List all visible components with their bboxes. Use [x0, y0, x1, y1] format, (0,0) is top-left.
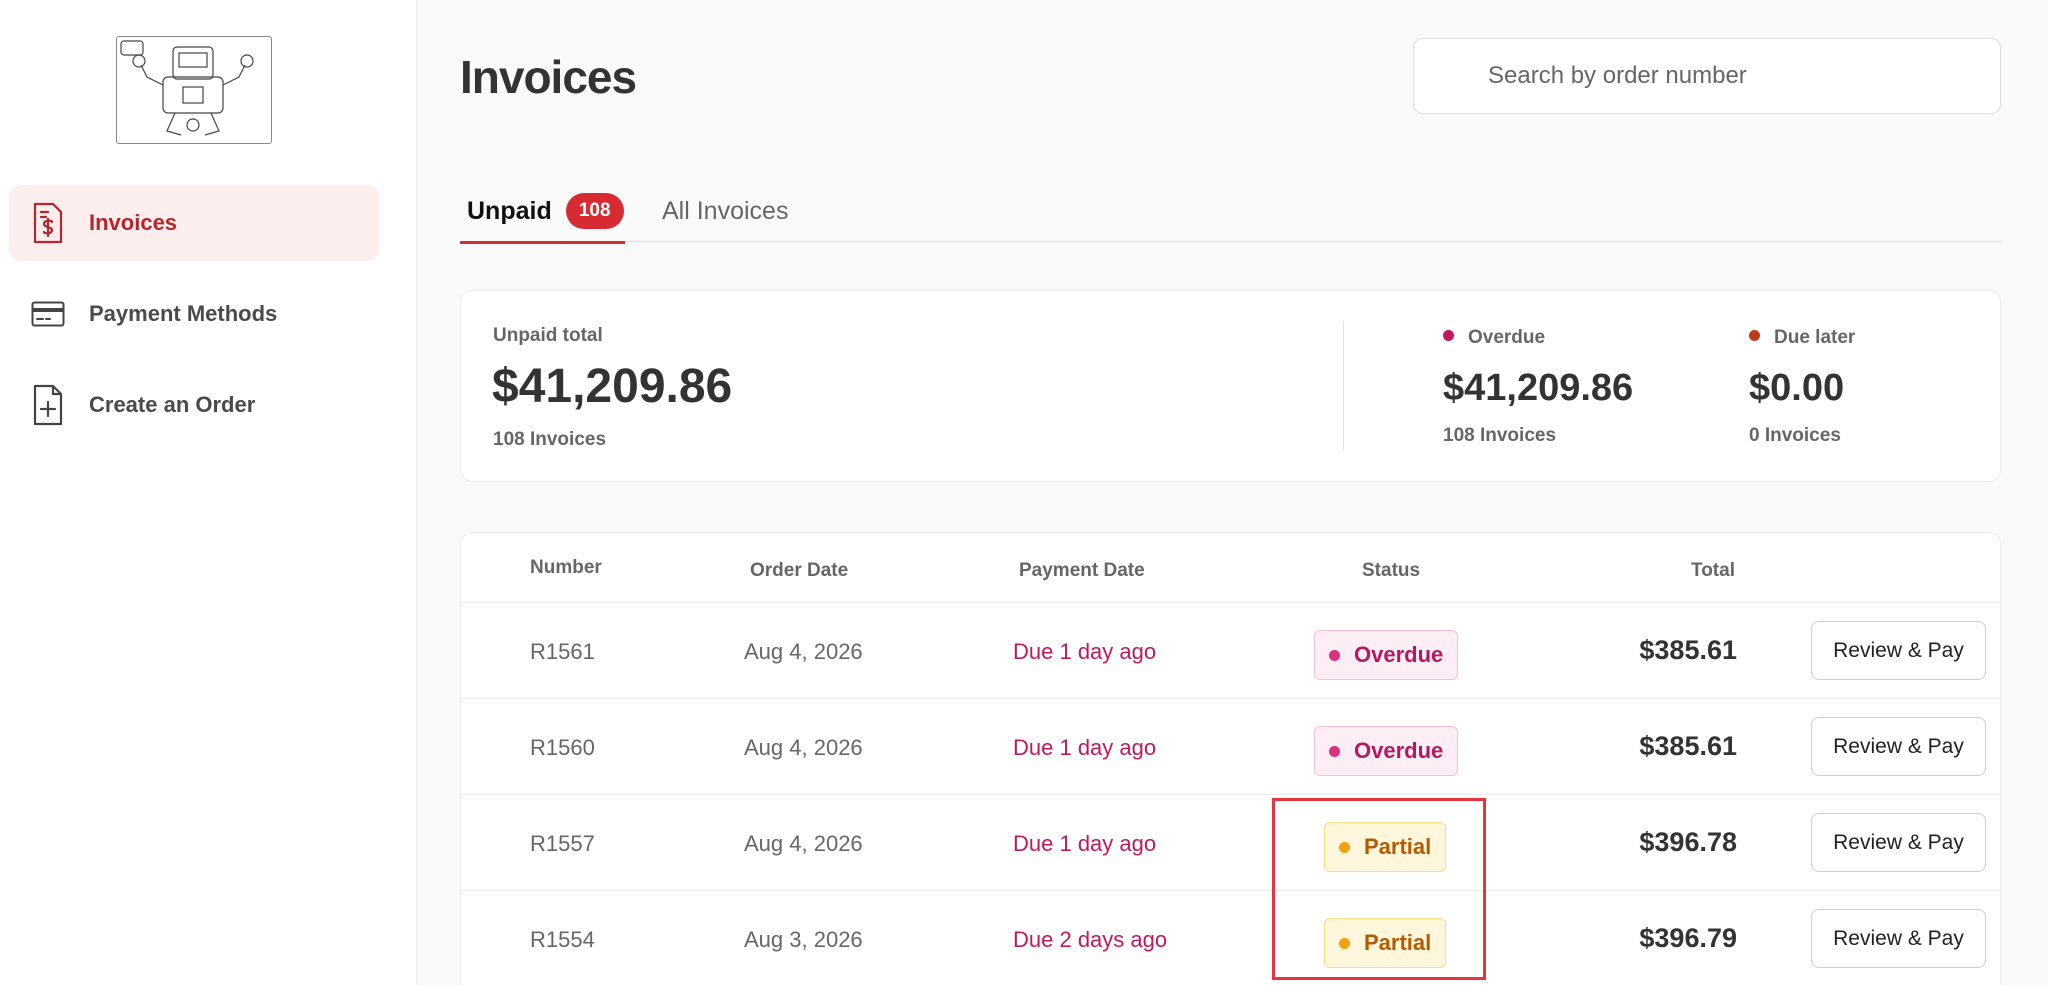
due-later-amount: $0.00 — [1749, 367, 1845, 409]
table-header: Number Order Date Payment Date Status To… — [461, 533, 2000, 603]
divider — [1343, 321, 1344, 451]
sidebar-item-label: Create an Order — [89, 392, 256, 417]
table-row[interactable]: R1560 Aug 4, 2026 Due 1 day ago Overdue … — [461, 699, 2000, 795]
review-pay-button[interactable]: Review & Pay — [1811, 909, 1986, 968]
invoice-number[interactable]: R1554 — [530, 927, 595, 953]
invoices-table: Number Order Date Payment Date Status To… — [460, 532, 2001, 985]
overdue-amount: $41,209.86 — [1443, 367, 1634, 409]
due-later-count: 0 Invoices — [1749, 425, 1841, 446]
review-pay-button[interactable]: Review & Pay — [1811, 621, 1986, 680]
status-dot-icon — [1329, 649, 1340, 661]
status-text: Partial — [1364, 834, 1432, 859]
order-date: Aug 4, 2026 — [744, 735, 863, 760]
payment-date: Due 1 day ago — [1013, 735, 1157, 760]
invoice-total: $385.61 — [1639, 731, 1737, 761]
sidebar-item-payment-methods[interactable]: Payment Methods — [9, 276, 379, 352]
due-later-dot-icon — [1749, 330, 1760, 342]
invoice-number[interactable]: R1561 — [530, 639, 595, 665]
column-header-number[interactable]: Number — [530, 557, 602, 579]
sidebar-item-create-order[interactable]: Create an Order — [9, 367, 379, 443]
column-header-total[interactable]: Total — [1691, 560, 1735, 582]
sidebar-item-label: Payment Methods — [89, 301, 278, 326]
order-date: Aug 4, 2026 — [744, 639, 863, 664]
tab-unpaid[interactable]: Unpaid 108 — [460, 180, 625, 244]
invoice-number[interactable]: R1557 — [530, 831, 595, 857]
status-dot-icon — [1339, 937, 1350, 949]
company-logo[interactable] — [116, 36, 272, 144]
status-dot-icon — [1329, 745, 1340, 757]
unpaid-total-amount: $41,209.86 — [492, 360, 733, 413]
status-badge: Overdue — [1314, 630, 1459, 680]
overdue-label: Overdue — [1443, 327, 1545, 349]
payment-date: Due 2 days ago — [1013, 927, 1168, 952]
review-pay-button[interactable]: Review & Pay — [1811, 813, 1986, 872]
tab-all-invoices[interactable]: All Invoices — [662, 180, 788, 242]
page-title: Invoices — [460, 51, 637, 103]
invoice-total: $396.79 — [1639, 923, 1737, 953]
invoice-tabs: Unpaid 108 All Invoices — [460, 180, 2001, 244]
status-text: Overdue — [1354, 642, 1444, 667]
sidebar: Invoices Payment Methods Create an Order — [0, 0, 417, 985]
invoice-number[interactable]: R1560 — [530, 735, 595, 761]
unpaid-total-count: 108 Invoices — [493, 429, 607, 450]
due-later-label-text: Due later — [1774, 327, 1856, 348]
status-badge: Partial — [1324, 822, 1447, 872]
tab-label: Unpaid — [467, 196, 552, 225]
column-header-status[interactable]: Status — [1362, 560, 1420, 582]
overdue-count: 108 Invoices — [1443, 425, 1557, 446]
order-date: Aug 3, 2026 — [744, 927, 863, 952]
invoice-total: $396.78 — [1639, 827, 1737, 857]
sidebar-item-label: Invoices — [89, 210, 178, 235]
status-badge: Partial — [1324, 918, 1447, 968]
tab-label: All Invoices — [662, 196, 789, 225]
status-text: Overdue — [1354, 738, 1444, 763]
invoice-dollar-icon — [31, 201, 65, 245]
robot-mascot-icon — [120, 40, 254, 136]
payment-date: Due 1 day ago — [1013, 831, 1157, 856]
file-plus-icon — [31, 383, 65, 427]
credit-card-icon — [31, 292, 65, 336]
unpaid-count-badge: 108 — [565, 193, 624, 229]
search-input[interactable] — [1413, 38, 2001, 114]
table-row[interactable]: R1561 Aug 4, 2026 Due 1 day ago Overdue … — [461, 603, 2000, 699]
order-date: Aug 4, 2026 — [744, 831, 863, 856]
table-row[interactable]: R1554 Aug 3, 2026 Due 2 days ago Partial… — [461, 891, 2000, 985]
sidebar-item-invoices[interactable]: Invoices — [9, 185, 379, 261]
column-header-order-date[interactable]: Order Date — [750, 560, 848, 582]
overdue-dot-icon — [1443, 330, 1454, 342]
column-header-payment-date[interactable]: Payment Date — [1019, 560, 1145, 582]
invoice-total: $385.61 — [1639, 635, 1737, 665]
status-text: Partial — [1364, 930, 1432, 955]
review-pay-button[interactable]: Review & Pay — [1811, 717, 1986, 776]
unpaid-summary-card: Unpaid total $41,209.86 108 Invoices Ove… — [460, 290, 2001, 482]
unpaid-total-label: Unpaid total — [493, 325, 603, 346]
table-row[interactable]: R1557 Aug 4, 2026 Due 1 day ago Partial … — [461, 795, 2000, 891]
overdue-label-text: Overdue — [1468, 327, 1546, 348]
status-dot-icon — [1339, 841, 1350, 853]
due-later-label: Due later — [1749, 327, 1855, 349]
payment-date: Due 1 day ago — [1013, 639, 1157, 664]
status-badge: Overdue — [1314, 726, 1459, 776]
